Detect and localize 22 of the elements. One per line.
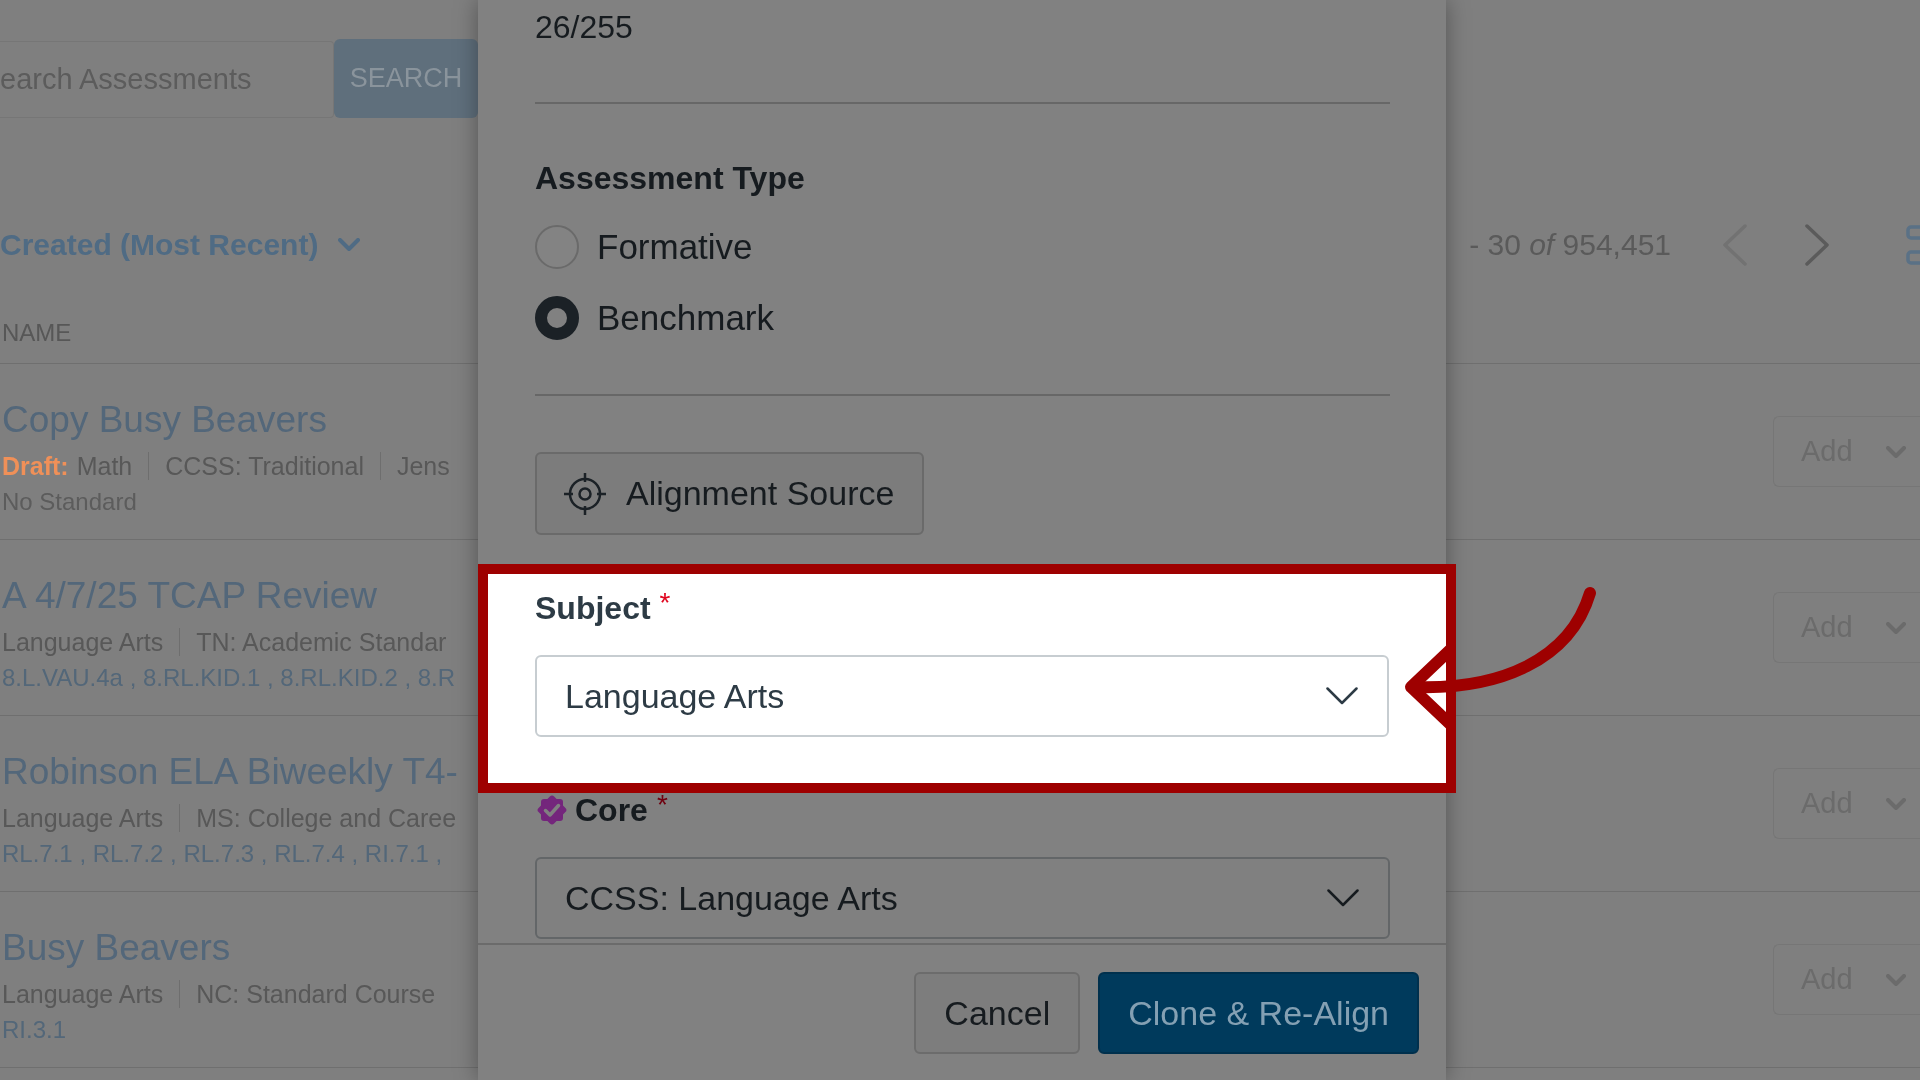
radio-button[interactable] xyxy=(535,225,579,269)
grid-view-icon[interactable] xyxy=(1906,225,1920,265)
draft-status: Draft: xyxy=(2,451,69,481)
chevron-down-icon xyxy=(1327,889,1359,907)
crosshair-icon xyxy=(563,471,607,516)
chevron-right-icon[interactable] xyxy=(1804,223,1830,267)
field-label: Subject xyxy=(535,589,651,627)
character-counter: 26/255 xyxy=(535,9,634,45)
alignment-source-button[interactable]: Alignment Source xyxy=(535,452,925,535)
assessment-type-heading: Assessment Type xyxy=(535,159,806,198)
radio-button[interactable] xyxy=(535,296,579,340)
clone-realign-button[interactable]: Clone & Re-Align xyxy=(1098,972,1419,1054)
required-asterisk: * xyxy=(659,587,671,619)
radio-label[interactable]: Benchmark xyxy=(597,298,775,338)
field-label: Core xyxy=(575,791,648,829)
dropdown-select[interactable]: Language Arts xyxy=(535,655,1389,737)
cancel-button[interactable]: Cancel xyxy=(914,972,1081,1054)
required-asterisk: * xyxy=(656,789,668,821)
radio-label[interactable]: Formative xyxy=(597,227,753,267)
chevron-down-icon xyxy=(1326,687,1358,705)
dropdown-select[interactable]: CCSS: Language Arts xyxy=(535,857,1390,939)
chevron-down-icon xyxy=(338,238,361,252)
